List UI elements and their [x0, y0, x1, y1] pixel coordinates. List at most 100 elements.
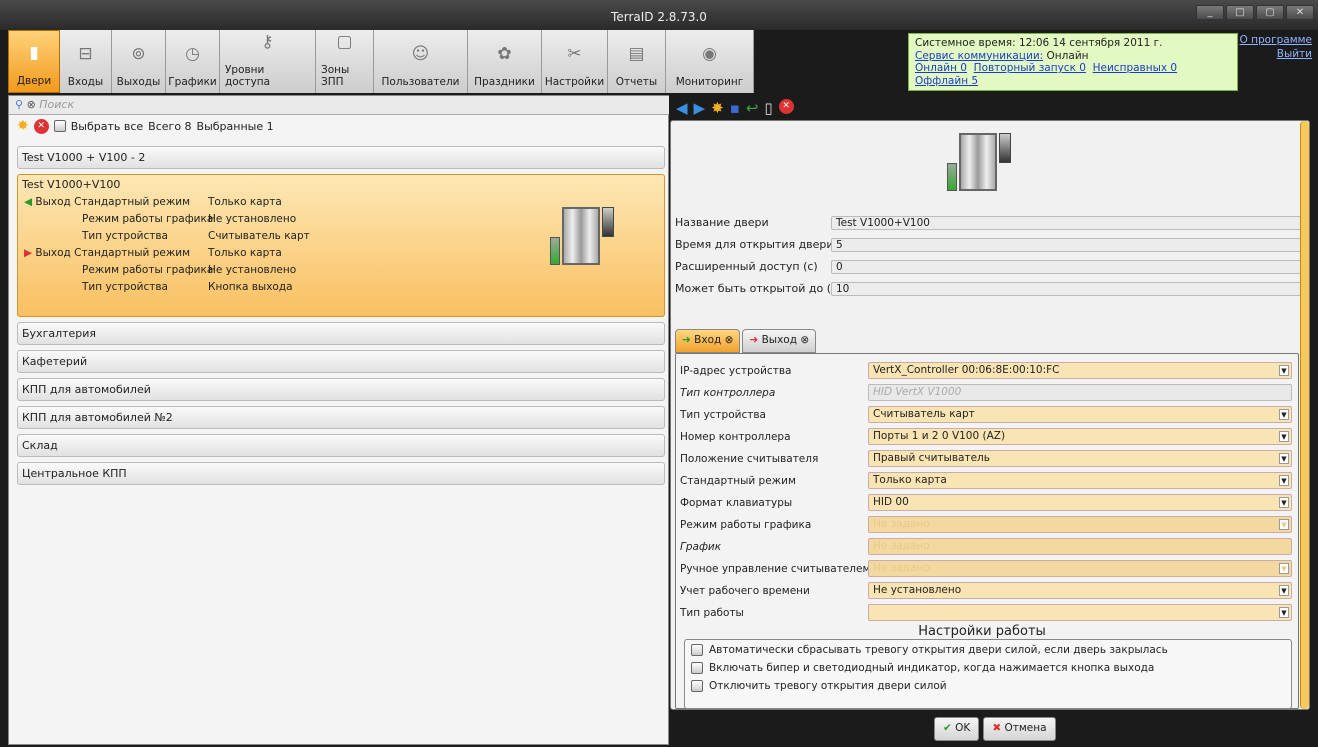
- chevron-down-icon[interactable]: ▼: [1279, 409, 1289, 420]
- cancel-icon: ✖: [992, 722, 1002, 734]
- online-link[interactable]: Онлайн 0: [915, 62, 967, 74]
- maximize-button[interactable]: ▢: [1256, 5, 1284, 20]
- details-scrollbar[interactable]: [1300, 121, 1309, 709]
- forward-arrow-icon[interactable]: ▶: [694, 99, 706, 117]
- selected-door-item[interactable]: Test V1000+V100 ◀ Выход Стандартный режи…: [17, 174, 665, 317]
- device-type-select[interactable]: Считыватель карт ▼: [868, 406, 1292, 423]
- door-item[interactable]: Склад: [17, 434, 665, 457]
- search-bar[interactable]: ⚲ ⊗ Поиск: [9, 96, 669, 115]
- chevron-down-icon[interactable]: ▼: [1279, 453, 1289, 464]
- service-link[interactable]: Сервис коммуникации:: [915, 50, 1043, 62]
- tab-monitoring[interactable]: ◉ Мониторинг: [666, 30, 754, 93]
- tab-access-levels[interactable]: ⚷ Уровни доступа: [220, 30, 316, 93]
- add-icon[interactable]: ✸: [17, 118, 29, 134]
- tab-reports[interactable]: ▤ Отчеты: [608, 30, 666, 93]
- eye-icon: ◉: [702, 44, 717, 64]
- chevron-down-icon[interactable]: ▼: [1279, 563, 1289, 574]
- offline-link[interactable]: Оффлайн 5: [915, 75, 978, 87]
- ip-address-select[interactable]: VertX_Controller 00:06:8E:00:10:FC ▼: [868, 362, 1292, 379]
- selected-door-name: Test V1000+V100: [22, 178, 121, 191]
- extended-access-field[interactable]: 0: [831, 260, 1301, 274]
- open-time-field[interactable]: 5: [831, 238, 1301, 252]
- details-toolbar: ◀ ▶ ✸ ▪ ↩ ▯ ✕: [676, 99, 794, 117]
- minimize-button[interactable]: _: [1196, 5, 1224, 20]
- chevron-down-icon[interactable]: ▼: [1279, 519, 1289, 530]
- door-item[interactable]: Test V1000 + V100 - 2: [17, 146, 665, 169]
- door-details-panel: ◀ ▶ ✸ ▪ ↩ ▯ ✕ Название двери Test V1000+…: [670, 95, 1316, 745]
- chevron-down-icon[interactable]: ▼: [1279, 497, 1289, 508]
- chevron-down-icon[interactable]: ▼: [1279, 585, 1289, 596]
- tab-zones[interactable]: ▢ Зоны ЗПП: [316, 30, 374, 93]
- settings-title: Настройки работы: [918, 624, 1046, 639]
- disable-alarm-checkbox[interactable]: [691, 680, 703, 692]
- select-all-label: Выбрать все: [70, 119, 144, 133]
- about-link[interactable]: О программе: [1240, 33, 1312, 47]
- faulty-link[interactable]: Неисправных 0: [1093, 62, 1178, 74]
- tab-entry[interactable]: ➜ Вход ⊗: [675, 329, 741, 353]
- max-open-label: Может быть открытой до (с): [675, 282, 842, 295]
- door-item[interactable]: КПП для автомобилей №2: [17, 406, 665, 429]
- door-icon: ▮: [29, 43, 39, 63]
- report-icon: ▤: [628, 44, 645, 64]
- entrance-icon: ⊟: [78, 44, 93, 64]
- beeper-checkbox[interactable]: [691, 662, 703, 674]
- close-button[interactable]: ✕: [1286, 5, 1314, 20]
- reader-position-select[interactable]: Правый считыватель ▼: [868, 450, 1292, 467]
- door-item[interactable]: КПП для автомобилей: [17, 378, 665, 401]
- close-tab-icon[interactable]: ⊗: [800, 334, 809, 346]
- chevron-down-icon[interactable]: ▼: [1279, 475, 1289, 486]
- door-image-icon: [550, 207, 614, 265]
- tab-holidays[interactable]: ✿ Праздники: [468, 30, 542, 93]
- work-type-select[interactable]: ▼: [868, 604, 1292, 621]
- dialog-buttons: ✔ OK ✖ Отмена: [934, 717, 1056, 741]
- exit-arrow-icon: ▶: [24, 247, 33, 259]
- cancel-button[interactable]: ✖ Отмена: [983, 717, 1056, 741]
- auto-reset-checkbox[interactable]: [691, 644, 703, 656]
- clear-search-icon[interactable]: ⊗: [27, 98, 36, 111]
- tab-exit[interactable]: ➜ Выход ⊗: [742, 329, 817, 353]
- restart-link[interactable]: Повторный запуск 0: [974, 62, 1086, 74]
- service-value: Онлайн: [1046, 49, 1089, 62]
- time-tracking-select[interactable]: Не установлено ▼: [868, 582, 1292, 599]
- check-icon: ✔: [943, 722, 952, 734]
- manual-control-select[interactable]: Не задано ▼: [868, 560, 1292, 577]
- system-time: Системное время: 12:06 14 сентября 2011 …: [915, 37, 1163, 49]
- copy-icon[interactable]: ▯: [764, 99, 772, 117]
- delete-icon[interactable]: ✕: [33, 118, 49, 134]
- standard-mode-select[interactable]: Только карта ▼: [868, 472, 1292, 489]
- keypad-format-select[interactable]: HID 00 ▼: [868, 494, 1292, 511]
- delete-icon[interactable]: ✕: [778, 99, 794, 114]
- exit-link[interactable]: Выйти: [1240, 47, 1312, 61]
- chevron-down-icon[interactable]: ▼: [1279, 431, 1289, 442]
- restore-button[interactable]: □: [1226, 5, 1254, 20]
- select-all-checkbox[interactable]: [53, 120, 66, 132]
- undo-icon[interactable]: ↩: [746, 99, 759, 117]
- ok-button[interactable]: ✔ OK: [934, 717, 980, 741]
- save-icon[interactable]: ▪: [730, 99, 740, 117]
- tab-doors[interactable]: ▮ Двери: [8, 30, 60, 93]
- chevron-down-icon[interactable]: ▼: [1279, 365, 1289, 376]
- schedule-mode-select[interactable]: Не задано ▼: [868, 516, 1292, 533]
- tab-exits[interactable]: ⊚ Выходы: [112, 30, 166, 93]
- controller-number-select[interactable]: Порты 1 и 2 0 V100 (AZ) ▼: [868, 428, 1292, 445]
- search-input[interactable]: Поиск: [39, 98, 74, 111]
- door-item[interactable]: Бухгалтерия: [17, 322, 665, 345]
- tab-settings[interactable]: ✂ Настройки: [542, 30, 608, 93]
- controller-type-field: HID VertX V1000: [868, 384, 1292, 401]
- door-item[interactable]: Кафетерий: [17, 350, 665, 373]
- door-name-field[interactable]: Test V1000+V100: [831, 216, 1301, 230]
- chevron-down-icon[interactable]: ▼: [1279, 607, 1289, 618]
- search-icon: ⚲: [15, 98, 24, 111]
- close-tab-icon[interactable]: ⊗: [725, 334, 734, 346]
- details-form: Название двери Test V1000+V100 Время для…: [670, 120, 1310, 710]
- tab-entrances[interactable]: ⊟ Входы: [60, 30, 112, 93]
- new-icon[interactable]: ✸: [711, 99, 724, 117]
- exit-icon: ⊚: [131, 44, 146, 64]
- door-item[interactable]: Центральное КПП: [17, 462, 665, 485]
- tab-users[interactable]: ☺ Пользователи: [374, 30, 468, 93]
- max-open-field[interactable]: 10: [831, 282, 1301, 296]
- back-arrow-icon[interactable]: ◀: [676, 99, 688, 117]
- tab-schedules[interactable]: ◷ Графики: [166, 30, 220, 93]
- extended-access-label: Расширенный доступ (с): [675, 260, 818, 273]
- holiday-icon: ✿: [497, 44, 512, 64]
